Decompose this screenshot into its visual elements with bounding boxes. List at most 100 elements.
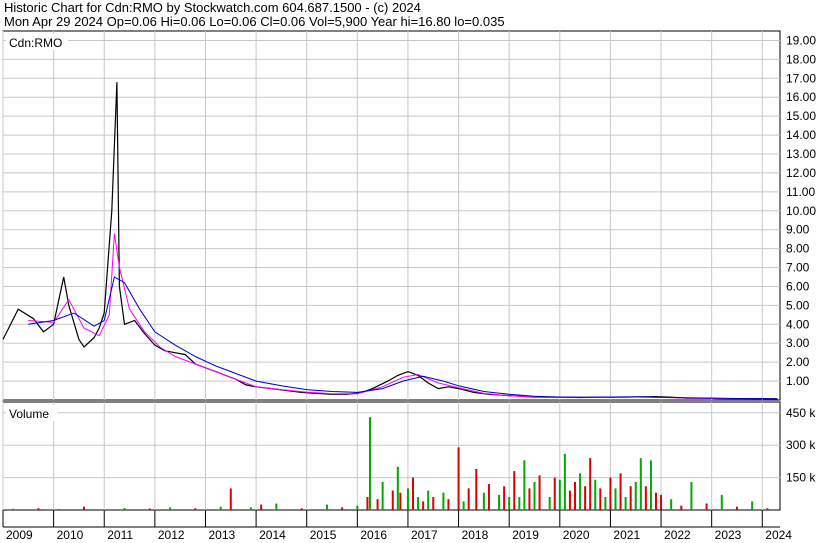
year-tick-label: 2020: [563, 528, 590, 542]
price-tick-label: 18.00: [786, 52, 816, 66]
volume-bar: [229, 488, 232, 510]
volume-bar: [341, 507, 344, 510]
volume-bar: [467, 488, 470, 510]
volume-bar: [553, 477, 556, 510]
volume-tick-label: 300 k: [786, 438, 816, 452]
price-tick-label: 11.00: [786, 185, 815, 199]
price-panel-frame: [2, 30, 781, 401]
volume-bar: [275, 503, 278, 510]
price-tick-label: 14.00: [786, 128, 816, 142]
volume-bar: [670, 499, 673, 510]
volume-bar: [518, 497, 521, 510]
volume-bar: [391, 490, 394, 510]
volume-bar: [619, 473, 622, 510]
volume-bar: [57, 508, 60, 510]
volume-bar: [325, 504, 328, 510]
volume-bar: [594, 479, 597, 510]
volume-bar: [376, 499, 379, 510]
volume-bar: [427, 490, 430, 510]
year-tick-label: 2011: [107, 528, 133, 542]
volume-bar: [412, 477, 415, 510]
volume-bar: [624, 497, 627, 510]
price-tick-label: 16.00: [786, 90, 816, 104]
volume-bar: [123, 508, 126, 510]
volume-bar: [396, 466, 399, 510]
price-tick-label: 6.00: [786, 279, 810, 293]
volume-bar: [148, 508, 151, 510]
volume-bar: [422, 501, 425, 510]
volume-bar: [705, 503, 708, 510]
volume-bar: [300, 508, 303, 510]
price-tick-label: 5.00: [786, 298, 810, 312]
price-tick-label: 2.00: [786, 355, 810, 369]
price-panel-title: Cdn:RMO: [9, 36, 62, 50]
volume-bar: [654, 492, 657, 510]
year-tick-label: 2019: [512, 528, 539, 542]
year-tick-label: 2022: [664, 528, 691, 542]
volume-panel-title: Volume: [9, 407, 49, 421]
volume-bar: [250, 507, 253, 510]
price-tick-label: 9.00: [786, 223, 810, 237]
year-tick-label: 2014: [259, 528, 286, 542]
volume-bar: [432, 497, 435, 510]
volume-panel-frame: [2, 401, 781, 511]
volume-bar: [604, 497, 607, 510]
price-tick-label: 10.00: [786, 204, 816, 218]
volume-bar: [573, 481, 576, 510]
volume-bar: [194, 508, 197, 510]
year-tick-label: 2018: [462, 528, 489, 542]
volume-bar: [528, 488, 531, 510]
volume-bar: [548, 497, 551, 510]
volume-bar: [644, 486, 647, 510]
volume-bar: [584, 486, 587, 510]
volume-bar: [503, 486, 506, 510]
year-tick-label: 2009: [6, 528, 33, 542]
volume-bar: [599, 488, 602, 510]
year-tick-label: 2016: [360, 528, 387, 542]
volume-bar: [462, 501, 465, 510]
volume-bar: [649, 460, 652, 510]
volume-bar: [690, 481, 693, 510]
volume-bar: [558, 479, 561, 510]
price-tick-label: 17.00: [786, 71, 816, 85]
volume-bar: [447, 499, 450, 510]
volume-bar: [720, 494, 723, 510]
volume-bar: [12, 508, 15, 510]
volume-bar: [399, 492, 402, 510]
year-tick-label: 2021: [613, 528, 640, 542]
volume-bar: [513, 471, 516, 510]
volume-bar: [381, 481, 384, 510]
volume-tick-label: 150 k: [786, 471, 816, 485]
year-tick-label: 2013: [208, 528, 235, 542]
price-tick-label: 19.00: [786, 33, 816, 47]
volume-bar: [508, 497, 511, 510]
volume-bar: [639, 458, 642, 510]
year-tick-label: 2012: [158, 528, 185, 542]
stock-chart: 1.00 2.00 3.00 4.00 5.00 6.00 7.00 8.00 9.00 10.0…: [2, 30, 816, 542]
volume-bar: [735, 506, 738, 510]
volume-bar: [417, 497, 420, 510]
volume-bar: [523, 460, 526, 510]
volume-bar: [406, 488, 409, 510]
volume-tick-label: 450 k: [786, 406, 816, 420]
year-tick-label: 2015: [310, 528, 337, 542]
price-tick-label: 4.00: [786, 317, 810, 331]
volume-bar: [589, 458, 592, 510]
price-tick-label: 12.00: [786, 166, 816, 180]
volume-bar: [766, 508, 769, 510]
volume-bar: [260, 504, 263, 510]
year-tick-label: 2010: [57, 528, 84, 542]
year-tick-label: 2023: [715, 528, 742, 542]
volume-bar: [680, 505, 683, 510]
volume-bar: [366, 497, 369, 510]
year-tick-label: 2024: [765, 528, 792, 542]
volume-bar: [609, 477, 612, 510]
volume-bar: [82, 506, 85, 510]
volume-bar: [629, 486, 632, 510]
volume-bar: [475, 468, 478, 510]
volume-bar: [487, 484, 490, 510]
price-tick-label: 13.00: [786, 147, 816, 161]
volume-bar: [538, 475, 541, 510]
price-tick-label: 3.00: [786, 336, 810, 350]
volume-bar: [482, 492, 485, 510]
